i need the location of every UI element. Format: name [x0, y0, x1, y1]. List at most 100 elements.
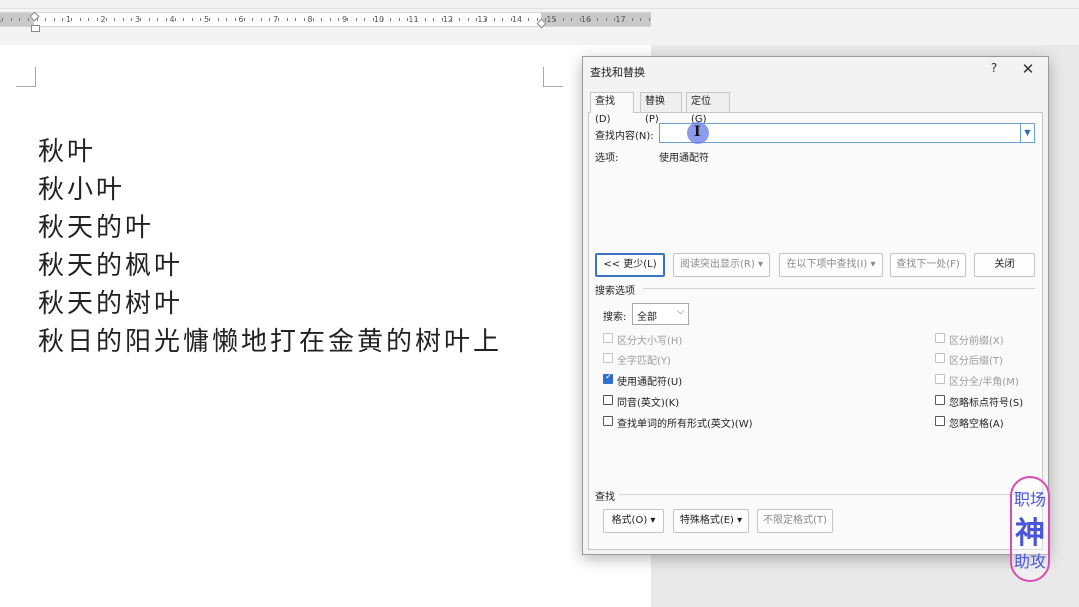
watermark-line: 职场	[1013, 490, 1046, 509]
checkbox-label: 查找单词的所有形式(英文)(W)	[617, 419, 753, 430]
ruler-tick	[510, 18, 512, 21]
checkbox-label: 区分后缀(T)	[949, 356, 1003, 367]
ruler-tick	[243, 18, 245, 21]
ruler-tick	[10, 18, 12, 21]
horizontal-ruler[interactable]: 11234567891011121314151617	[0, 12, 651, 27]
ruler-tick	[485, 18, 486, 21]
tab-find[interactable]: 查找(D)	[590, 92, 634, 125]
ruler-left-margin-shade	[0, 13, 34, 26]
document-text[interactable]: 秋叶 秋小叶 秋天的叶 秋天的枫叶 秋天的树叶 秋日的阳光慵懒地打在金黄的树叶上	[38, 133, 502, 361]
options-label: 选项:	[595, 153, 619, 164]
find-in-button[interactable]: 在以下项中查找(I) ▾	[779, 253, 883, 277]
crop-mark-top-left	[16, 67, 36, 87]
checkbox-box	[935, 374, 945, 384]
find-what-input[interactable]: ▼	[659, 123, 1035, 143]
doc-line[interactable]: 秋日的阳光慵懒地打在金黄的树叶上	[38, 323, 502, 361]
ruler-tick	[407, 18, 409, 21]
ruler-tick	[217, 18, 219, 21]
ruler-tick	[260, 18, 262, 21]
ruler-tick	[338, 18, 340, 21]
ruler-top-divider	[0, 8, 1079, 9]
no-formatting-button[interactable]: 不限定格式(T)	[757, 509, 833, 533]
ruler-tick	[105, 18, 107, 21]
dialog-title: 查找和替换	[590, 66, 645, 79]
search-options-title: 搜索选项	[595, 286, 635, 297]
ruler-tick	[140, 18, 141, 21]
checkbox-box	[935, 395, 945, 405]
ruler-tick	[424, 18, 426, 21]
watermark-line: 助攻	[1013, 552, 1046, 571]
ruler-tick	[355, 18, 357, 21]
ruler-tick	[226, 18, 228, 21]
ruler-tick	[278, 18, 279, 21]
ruler-tick	[648, 18, 650, 21]
ruler-tick	[502, 18, 504, 21]
close-icon[interactable]: ✕	[1019, 60, 1037, 78]
ruler-tick	[165, 18, 167, 21]
checkbox-box	[603, 395, 613, 405]
ruler-tick	[528, 18, 530, 21]
ruler-tick	[605, 18, 607, 21]
chevron-down-icon[interactable]: ▼	[1020, 124, 1034, 142]
checkbox-label: 区分大小写(H)	[617, 336, 683, 347]
checkbox-label: 同音(英文)(K)	[617, 398, 680, 409]
doc-line[interactable]: 秋小叶	[38, 171, 502, 209]
reading-highlight-button[interactable]: 阅读突出显示(R) ▾	[673, 253, 770, 277]
ruler-area: 11234567891011121314151617	[0, 0, 1079, 45]
ruler-tick	[269, 18, 271, 21]
ruler-tick	[71, 18, 72, 21]
tab-goto[interactable]: 定位(G)	[686, 92, 730, 125]
ruler-number: 14	[511, 15, 523, 24]
ruler-tick	[45, 18, 47, 21]
ruler-tick	[79, 18, 81, 21]
doc-line[interactable]: 秋天的树叶	[38, 285, 502, 323]
ruler-number: 10	[373, 15, 385, 24]
ruler-number: 13	[477, 15, 488, 24]
checkbox-label: 全字匹配(Y)	[617, 356, 671, 367]
ruler-tick	[295, 18, 297, 21]
ruler-tick	[19, 18, 21, 21]
ruler-tick	[554, 18, 555, 21]
ruler-tick	[597, 18, 599, 21]
close-button[interactable]: 关闭	[974, 253, 1035, 277]
ruler-number: 17	[615, 15, 626, 24]
doc-line[interactable]: 秋天的叶	[38, 209, 502, 247]
ruler-tick	[2, 18, 3, 21]
ruler-tick	[390, 18, 392, 21]
doc-line[interactable]: 秋天的枫叶	[38, 247, 502, 285]
search-direction-select[interactable]: 全部 ⌵	[632, 303, 689, 325]
checkbox-box	[935, 333, 945, 343]
ruler-tick	[27, 18, 29, 21]
less-button[interactable]: << 更少(L)	[595, 253, 665, 277]
checkbox-box-checked	[603, 372, 613, 384]
tab-panel-find	[588, 112, 1043, 550]
format-button[interactable]: 格式(O) ▾	[603, 509, 664, 533]
checkbox-box	[603, 353, 613, 363]
find-next-button[interactable]: 查找下一处(F)	[890, 253, 966, 277]
ruler-tick	[476, 18, 478, 21]
special-format-button[interactable]: 特殊格式(E) ▾	[673, 509, 749, 533]
ruler-tick	[183, 18, 185, 21]
ruler-number: 16	[580, 15, 592, 24]
ruler-tick	[209, 18, 210, 21]
left-indent-marker[interactable]	[31, 25, 40, 32]
ruler-tick	[88, 18, 90, 21]
search-direction-value: 全部	[637, 312, 657, 323]
ruler-tick	[286, 18, 288, 21]
ruler-tick	[174, 18, 176, 21]
help-icon[interactable]: ?	[987, 61, 1001, 77]
ruler-tick	[329, 18, 331, 21]
doc-line[interactable]: 秋叶	[38, 133, 502, 171]
checkbox-box	[603, 333, 613, 343]
ruler-tick	[252, 18, 254, 21]
ruler-tick	[234, 18, 236, 21]
ruler-tick	[441, 18, 443, 21]
ruler-tick	[303, 18, 305, 21]
checkbox-label: 忽略标点符号(S)	[949, 398, 1024, 409]
tab-replace[interactable]: 替换(P)	[640, 92, 682, 125]
crop-mark-top-right	[543, 67, 563, 87]
ruler-tick	[381, 18, 383, 21]
ruler-number: 11	[408, 15, 419, 24]
ruler-tick	[631, 18, 633, 21]
ruler-number: 15	[546, 15, 557, 24]
